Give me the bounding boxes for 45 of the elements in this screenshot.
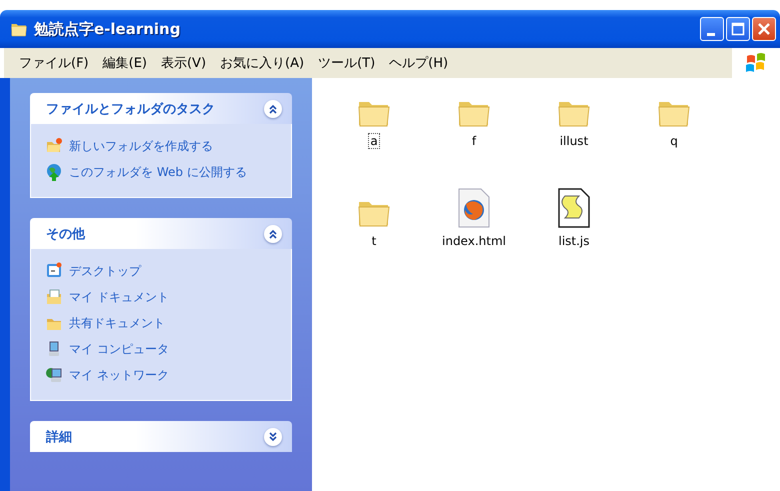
panel-title: その他 [46,226,86,242]
task-link[interactable]: 共有ドキュメント [69,314,165,332]
file-name[interactable]: a [368,133,380,149]
menu-item[interactable]: ファイル(F) [12,54,96,72]
panel-title: 詳細 [46,428,73,446]
expand-button[interactable] [264,428,282,446]
task-link[interactable]: デスクトップ [69,262,141,280]
collapse-button[interactable] [264,224,282,242]
close-button[interactable] [752,17,776,41]
maximize-button[interactable] [726,17,750,41]
globe-icon [45,163,63,181]
file-name[interactable]: q [668,133,680,149]
minimize-button[interactable] [700,17,724,41]
panel-title: ファイルとフォルダのタスク [46,100,216,118]
windows-logo-icon [745,53,767,73]
task-link[interactable]: マイ ネットワーク [69,366,169,384]
firefox-file-icon [457,188,491,228]
maximize-icon [731,22,745,36]
chevron-up-icon [268,104,278,114]
new-folder-icon [45,137,63,155]
documents-icon [45,288,63,306]
minimize-icon [706,32,714,36]
menu-item[interactable]: お気に入り(A) [213,54,312,72]
network-icon [45,366,63,384]
window-title: 勉読点字e-learning [34,20,182,38]
menu-item[interactable]: ツール(T) [311,54,382,72]
task-link[interactable]: マイ ドキュメント [69,288,169,306]
close-icon [757,22,771,36]
menu-item[interactable]: ヘルプ(H) [382,54,456,72]
file-name[interactable]: illust [558,133,590,149]
menu-item[interactable]: 表示(V) [154,54,214,72]
task-link[interactable]: 新しいフォルダを作成する [69,138,213,154]
chevron-up-icon [268,228,278,238]
file-name[interactable]: f [470,133,478,149]
task-link[interactable]: マイ コンピュータ [69,340,169,358]
task-link[interactable]: このフォルダを Web に公開する [69,164,247,180]
collapse-button[interactable] [264,100,282,118]
chevron-down-icon [268,432,278,442]
file-name[interactable]: list.js [556,233,592,249]
file-name[interactable]: index.html [440,233,508,249]
file-name[interactable]: t [370,233,378,249]
folder-icon [10,21,28,37]
script-file-icon [557,188,591,228]
desktop-icon [45,262,63,280]
menu-item[interactable]: 編集(E) [96,54,154,72]
